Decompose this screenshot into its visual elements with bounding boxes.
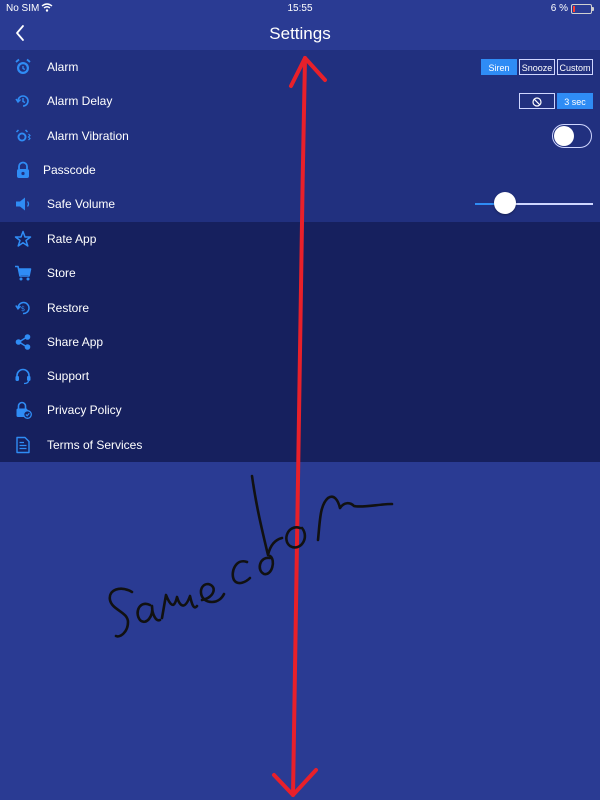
star-icon bbox=[14, 230, 32, 247]
status-bar: No SIM 15:55 6 % bbox=[0, 0, 600, 18]
settings-row-privacy-policy[interactable]: Privacy Policy bbox=[0, 393, 600, 427]
toggle-knob bbox=[554, 125, 574, 146]
slider-thumb[interactable] bbox=[494, 192, 516, 215]
lock-check-icon bbox=[16, 402, 32, 420]
rate-app-label: Rate App bbox=[47, 232, 97, 246]
delay-timer-icon bbox=[15, 95, 29, 108]
alarm-vibration-toggle[interactable] bbox=[552, 123, 592, 148]
battery-icon bbox=[571, 4, 594, 14]
alarm-clock-icon bbox=[15, 58, 31, 74]
alarm-delay-segmented-control: 3 sec bbox=[519, 93, 593, 110]
no-delay-option-button[interactable] bbox=[519, 93, 555, 110]
alarm-vibration-label: Alarm Vibration bbox=[47, 128, 129, 143]
settings-group-secondary: Rate App Store $ Restore Share App Suppo… bbox=[0, 222, 600, 462]
settings-row-share-app[interactable]: Share App bbox=[0, 325, 600, 359]
battery-percentage: 6 % bbox=[550, 3, 568, 14]
restore-label: Restore bbox=[47, 300, 90, 315]
settings-row-passcode: Passcode bbox=[0, 153, 600, 187]
settings-row-alarm: Alarm Siren Snooze Custom bbox=[0, 50, 600, 84]
snooze-option-button[interactable]: Snooze bbox=[519, 59, 555, 75]
cart-icon bbox=[15, 265, 32, 281]
passcode-label: Passcode bbox=[43, 162, 96, 177]
store-label: Store bbox=[47, 266, 76, 281]
chevron-left-icon bbox=[16, 25, 24, 41]
share-app-label: Share App bbox=[47, 334, 104, 349]
terms-of-services-label: Terms of Services bbox=[47, 437, 143, 452]
headset-icon bbox=[15, 368, 31, 385]
support-label: Support bbox=[47, 369, 90, 384]
safe-volume-label: Safe Volume bbox=[47, 197, 116, 212]
padlock-icon bbox=[17, 161, 29, 178]
settings-group-primary: Alarm Siren Snooze Custom Alarm Delay 3 … bbox=[0, 50, 600, 222]
safe-volume-slider[interactable] bbox=[475, 192, 593, 215]
alarm-delay-label: Alarm Delay bbox=[47, 94, 113, 109]
settings-row-store[interactable]: Store bbox=[0, 256, 600, 290]
back-button[interactable] bbox=[10, 22, 32, 44]
settings-row-safe-volume: Safe Volume bbox=[0, 187, 600, 221]
prohibited-icon bbox=[532, 97, 542, 107]
delay-3sec-option-button[interactable]: 3 sec bbox=[557, 93, 593, 110]
settings-row-terms-of-services[interactable]: Terms of Services bbox=[0, 428, 600, 462]
restore-icon: $ bbox=[15, 301, 30, 314]
svg-text:$: $ bbox=[21, 305, 25, 313]
settings-row-restore[interactable]: $ Restore bbox=[0, 291, 600, 325]
alarm-label: Alarm bbox=[47, 60, 79, 74]
slider-track bbox=[505, 203, 593, 206]
settings-row-rate-app[interactable]: Rate App bbox=[0, 222, 600, 256]
speaker-icon bbox=[16, 197, 30, 211]
handwritten-note-samecolor bbox=[108, 474, 394, 638]
settings-row-support[interactable]: Support bbox=[0, 359, 600, 393]
siren-option-button[interactable]: Siren bbox=[481, 59, 517, 75]
privacy-policy-label: Privacy Policy bbox=[47, 403, 122, 418]
settings-row-alarm-delay: Alarm Delay 3 sec bbox=[0, 84, 600, 118]
settings-row-alarm-vibration: Alarm Vibration bbox=[0, 119, 600, 153]
vibration-icon bbox=[15, 129, 31, 142]
alarm-sound-segmented-control: Siren Snooze Custom bbox=[481, 59, 593, 75]
custom-option-button[interactable]: Custom bbox=[557, 59, 593, 75]
navigation-bar: Settings bbox=[0, 18, 600, 50]
share-icon bbox=[15, 334, 31, 350]
document-icon bbox=[16, 436, 30, 453]
status-time: 15:55 bbox=[287, 3, 313, 14]
page-title: Settings bbox=[269, 24, 331, 43]
